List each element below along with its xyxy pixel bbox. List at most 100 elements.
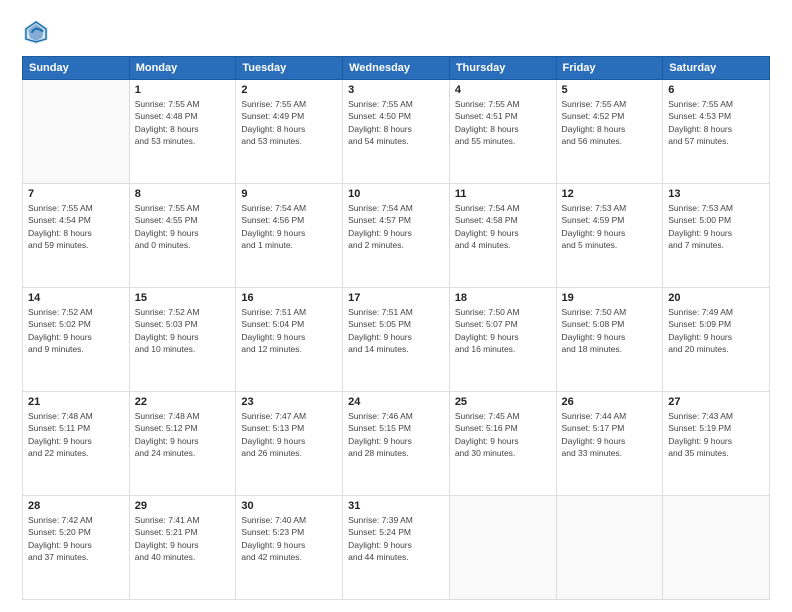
- day-number: 14: [28, 292, 124, 304]
- day-cell: 30 Sunrise: 7:40 AM Sunset: 5:23 PM Dayli…: [236, 496, 343, 600]
- week-row-4: 21 Sunrise: 7:48 AM Sunset: 5:11 PM Dayli…: [23, 392, 770, 496]
- day-number: 13: [668, 188, 764, 200]
- day-number: 15: [135, 292, 231, 304]
- header: [22, 18, 770, 46]
- day-info: Sunrise: 7:53 AM Sunset: 4:59 PM Dayligh…: [562, 202, 658, 251]
- day-cell: 11 Sunrise: 7:54 AM Sunset: 4:58 PM Dayli…: [449, 184, 556, 288]
- day-number: 16: [241, 292, 337, 304]
- page: SundayMondayTuesdayWednesdayThursdayFrid…: [0, 0, 792, 612]
- day-number: 7: [28, 188, 124, 200]
- day-cell: 13Sunrise: 7:53 AM Sunset: 5:00 PM Dayli…: [663, 184, 770, 288]
- day-info: Sunrise: 7:48 AM Sunset: 5:11 PM Dayligh…: [28, 410, 124, 459]
- day-number: 26: [562, 396, 658, 408]
- day-info: Sunrise: 7:43 AM Sunset: 5:19 PM Dayligh…: [668, 410, 764, 459]
- day-number: 29: [135, 500, 231, 512]
- day-cell: 19Sunrise: 7:50 AM Sunset: 5:08 PM Dayli…: [556, 288, 663, 392]
- day-cell: 3 Sunrise: 7:55 AM Sunset: 4:50 PM Daylig…: [343, 80, 450, 184]
- day-info: Sunrise: 7:54 AM Sunset: 4:56 PM Dayligh…: [241, 202, 337, 251]
- day-number: 17: [348, 292, 444, 304]
- day-number: 9: [241, 188, 337, 200]
- day-cell: 29 Sunrise: 7:41 AM Sunset: 5:21 PM Dayli…: [129, 496, 236, 600]
- day-cell: 1Sunrise: 7:55 AM Sunset: 4:48 PM Daylig…: [129, 80, 236, 184]
- day-info: Sunrise: 7:50 AM Sunset: 5:08 PM Dayligh…: [562, 306, 658, 355]
- day-number: 3: [348, 84, 444, 96]
- day-info: Sunrise: 7:42 AM Sunset: 5:20 PM Dayligh…: [28, 514, 124, 563]
- week-row-5: 28Sunrise: 7:42 AM Sunset: 5:20 PM Dayli…: [23, 496, 770, 600]
- day-number: 8: [135, 188, 231, 200]
- day-cell: [23, 80, 130, 184]
- day-number: 31: [348, 500, 444, 512]
- day-cell: 23 Sunrise: 7:47 AM Sunset: 5:13 PM Dayli…: [236, 392, 343, 496]
- week-row-1: 1Sunrise: 7:55 AM Sunset: 4:48 PM Daylig…: [23, 80, 770, 184]
- day-cell: 17 Sunrise: 7:51 AM Sunset: 5:05 PM Dayli…: [343, 288, 450, 392]
- day-number: 12: [562, 188, 658, 200]
- day-number: 24: [348, 396, 444, 408]
- day-number: 11: [455, 188, 551, 200]
- day-info: Sunrise: 7:47 AM Sunset: 5:13 PM Dayligh…: [241, 410, 337, 459]
- day-number: 21: [28, 396, 124, 408]
- day-cell: [663, 496, 770, 600]
- day-number: 23: [241, 396, 337, 408]
- day-number: 20: [668, 292, 764, 304]
- week-row-2: 7 Sunrise: 7:55 AM Sunset: 4:54 PM Daylig…: [23, 184, 770, 288]
- day-number: 30: [241, 500, 337, 512]
- col-header-wednesday: Wednesday: [343, 57, 450, 80]
- day-cell: 7 Sunrise: 7:55 AM Sunset: 4:54 PM Daylig…: [23, 184, 130, 288]
- day-cell: 5 Sunrise: 7:55 AM Sunset: 4:52 PM Daylig…: [556, 80, 663, 184]
- calendar-table: SundayMondayTuesdayWednesdayThursdayFrid…: [22, 56, 770, 600]
- day-cell: 31 Sunrise: 7:39 AM Sunset: 5:24 PM Dayli…: [343, 496, 450, 600]
- day-cell: 24 Sunrise: 7:46 AM Sunset: 5:15 PM Dayli…: [343, 392, 450, 496]
- day-info: Sunrise: 7:55 AM Sunset: 4:55 PM Dayligh…: [135, 202, 231, 251]
- day-info: Sunrise: 7:49 AM Sunset: 5:09 PM Dayligh…: [668, 306, 764, 355]
- day-number: 27: [668, 396, 764, 408]
- day-cell: 20 Sunrise: 7:49 AM Sunset: 5:09 PM Dayli…: [663, 288, 770, 392]
- day-info: Sunrise: 7:55 AM Sunset: 4:53 PM Dayligh…: [668, 98, 764, 147]
- day-info: Sunrise: 7:51 AM Sunset: 5:05 PM Dayligh…: [348, 306, 444, 355]
- day-cell: 18Sunrise: 7:50 AM Sunset: 5:07 PM Dayli…: [449, 288, 556, 392]
- logo: [22, 18, 54, 46]
- col-header-friday: Friday: [556, 57, 663, 80]
- day-info: Sunrise: 7:45 AM Sunset: 5:16 PM Dayligh…: [455, 410, 551, 459]
- day-info: Sunrise: 7:44 AM Sunset: 5:17 PM Dayligh…: [562, 410, 658, 459]
- day-number: 22: [135, 396, 231, 408]
- day-cell: 25Sunrise: 7:45 AM Sunset: 5:16 PM Dayli…: [449, 392, 556, 496]
- day-cell: [449, 496, 556, 600]
- day-number: 6: [668, 84, 764, 96]
- col-header-thursday: Thursday: [449, 57, 556, 80]
- day-cell: 27 Sunrise: 7:43 AM Sunset: 5:19 PM Dayli…: [663, 392, 770, 496]
- day-number: 18: [455, 292, 551, 304]
- col-header-monday: Monday: [129, 57, 236, 80]
- day-cell: 2 Sunrise: 7:55 AM Sunset: 4:49 PM Daylig…: [236, 80, 343, 184]
- day-number: 10: [348, 188, 444, 200]
- logo-icon: [22, 18, 50, 46]
- day-number: 2: [241, 84, 337, 96]
- day-info: Sunrise: 7:54 AM Sunset: 4:58 PM Dayligh…: [455, 202, 551, 251]
- day-info: Sunrise: 7:40 AM Sunset: 5:23 PM Dayligh…: [241, 514, 337, 563]
- day-info: Sunrise: 7:48 AM Sunset: 5:12 PM Dayligh…: [135, 410, 231, 459]
- day-cell: 15 Sunrise: 7:52 AM Sunset: 5:03 PM Dayli…: [129, 288, 236, 392]
- day-info: Sunrise: 7:55 AM Sunset: 4:51 PM Dayligh…: [455, 98, 551, 147]
- day-info: Sunrise: 7:55 AM Sunset: 4:50 PM Dayligh…: [348, 98, 444, 147]
- day-info: Sunrise: 7:52 AM Sunset: 5:02 PM Dayligh…: [28, 306, 124, 355]
- day-number: 5: [562, 84, 658, 96]
- day-info: Sunrise: 7:39 AM Sunset: 5:24 PM Dayligh…: [348, 514, 444, 563]
- col-header-saturday: Saturday: [663, 57, 770, 80]
- day-info: Sunrise: 7:52 AM Sunset: 5:03 PM Dayligh…: [135, 306, 231, 355]
- day-info: Sunrise: 7:51 AM Sunset: 5:04 PM Dayligh…: [241, 306, 337, 355]
- day-info: Sunrise: 7:55 AM Sunset: 4:49 PM Dayligh…: [241, 98, 337, 147]
- day-cell: 10 Sunrise: 7:54 AM Sunset: 4:57 PM Dayli…: [343, 184, 450, 288]
- day-cell: 4 Sunrise: 7:55 AM Sunset: 4:51 PM Daylig…: [449, 80, 556, 184]
- day-info: Sunrise: 7:55 AM Sunset: 4:52 PM Dayligh…: [562, 98, 658, 147]
- col-header-tuesday: Tuesday: [236, 57, 343, 80]
- day-info: Sunrise: 7:54 AM Sunset: 4:57 PM Dayligh…: [348, 202, 444, 251]
- day-cell: 9 Sunrise: 7:54 AM Sunset: 4:56 PM Daylig…: [236, 184, 343, 288]
- day-cell: 12 Sunrise: 7:53 AM Sunset: 4:59 PM Dayli…: [556, 184, 663, 288]
- day-info: Sunrise: 7:41 AM Sunset: 5:21 PM Dayligh…: [135, 514, 231, 563]
- day-cell: 22 Sunrise: 7:48 AM Sunset: 5:12 PM Dayli…: [129, 392, 236, 496]
- day-cell: 14 Sunrise: 7:52 AM Sunset: 5:02 PM Dayli…: [23, 288, 130, 392]
- week-row-3: 14 Sunrise: 7:52 AM Sunset: 5:02 PM Dayli…: [23, 288, 770, 392]
- day-cell: [556, 496, 663, 600]
- day-info: Sunrise: 7:55 AM Sunset: 4:54 PM Dayligh…: [28, 202, 124, 251]
- day-info: Sunrise: 7:46 AM Sunset: 5:15 PM Dayligh…: [348, 410, 444, 459]
- day-number: 4: [455, 84, 551, 96]
